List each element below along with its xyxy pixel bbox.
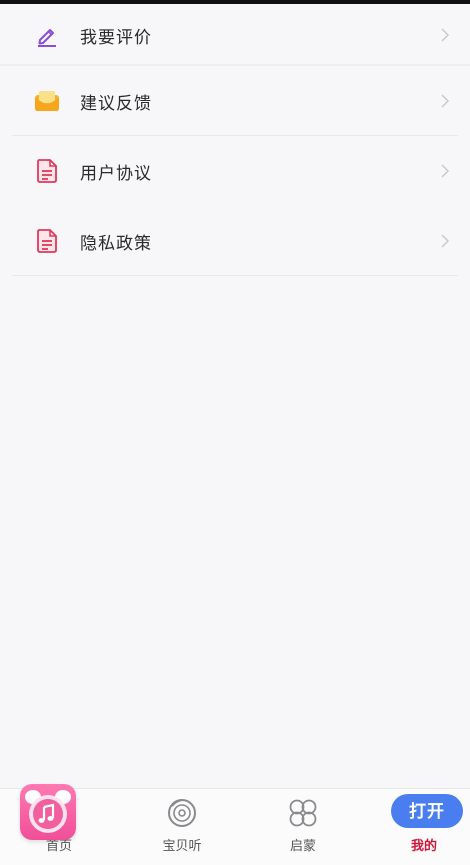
tab-label: 宝贝听 — [162, 838, 202, 853]
pencil-icon — [34, 22, 60, 48]
chevron-right-icon — [441, 164, 450, 178]
open-app-button[interactable]: 打开 — [391, 794, 463, 828]
menu-item-user-agreement[interactable]: 用户协议 — [0, 136, 470, 206]
envelope-icon — [34, 88, 60, 114]
settings-menu-list: 我要评价 建议反馈 用户协议 隐私政策 — [0, 4, 470, 276]
menu-item-label: 隐私政策 — [80, 233, 152, 253]
tab-label: 我的 — [410, 838, 437, 853]
alarm-clock-music-icon — [25, 790, 71, 833]
menu-item-label: 用户协议 — [80, 163, 152, 183]
chevron-right-icon — [441, 234, 450, 248]
menu-item-feedback[interactable]: 建议反馈 — [0, 66, 470, 136]
chevron-right-icon — [441, 28, 450, 42]
menu-item-label: 我要评价 — [80, 27, 152, 47]
app-icon[interactable] — [20, 784, 76, 840]
menu-item-rate[interactable]: 我要评价 — [0, 4, 470, 66]
tab-label: 启蒙 — [289, 838, 316, 853]
tab-baby-listen[interactable]: 宝贝听 — [142, 789, 222, 865]
chevron-right-icon — [441, 94, 450, 108]
document-icon — [34, 228, 60, 254]
disc-icon — [168, 799, 196, 827]
menu-item-label: 建议反馈 — [80, 93, 152, 113]
tab-enlightenment[interactable]: 启蒙 — [263, 789, 343, 865]
clover-icon — [289, 799, 317, 827]
menu-item-privacy-policy[interactable]: 隐私政策 — [0, 206, 470, 276]
divider — [12, 275, 458, 276]
document-icon — [34, 158, 60, 184]
